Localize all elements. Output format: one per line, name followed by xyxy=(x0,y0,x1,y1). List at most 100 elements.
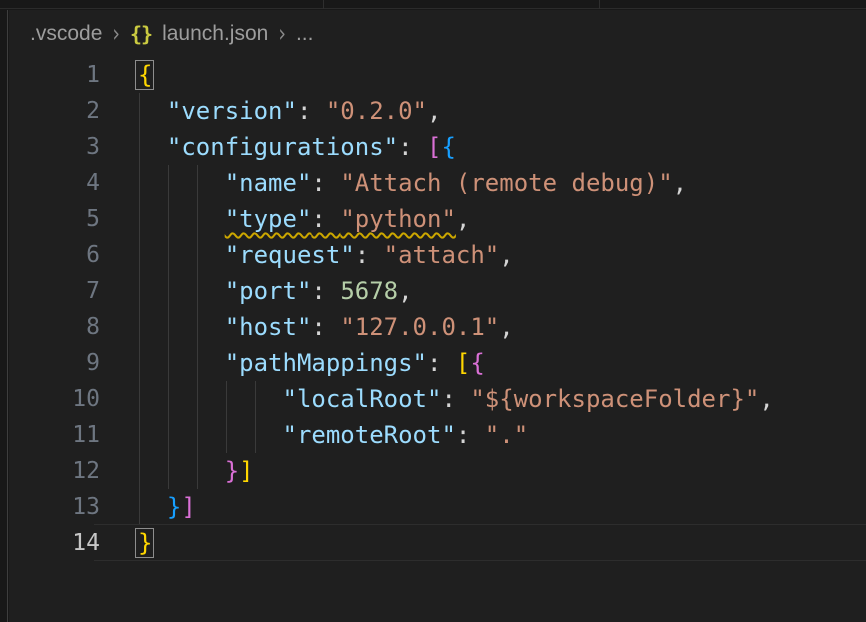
code-area[interactable]: 1{2 "version": "0.2.0",3 "configurations… xyxy=(9,57,866,561)
code-token xyxy=(138,277,225,305)
code-text: "type": "python", xyxy=(138,201,470,237)
code-token: [ xyxy=(456,349,470,377)
code-token xyxy=(138,241,225,269)
code-line-content[interactable]: "request": "attach", xyxy=(138,237,866,273)
line-number[interactable]: 9 xyxy=(9,345,100,381)
tab-divider xyxy=(599,0,600,9)
line-number[interactable]: 1 xyxy=(9,57,100,93)
code-line[interactable]: 14} xyxy=(9,525,866,561)
code-line[interactable]: 2 "version": "0.2.0", xyxy=(9,93,866,129)
code-line[interactable]: 12 }] xyxy=(9,453,866,489)
line-number[interactable]: 14 xyxy=(9,525,100,561)
code-line-content[interactable]: }] xyxy=(138,453,866,489)
code-token: : xyxy=(311,313,340,341)
code-line-content[interactable]: "type": "python", xyxy=(138,201,866,237)
line-number[interactable]: 2 xyxy=(9,93,100,129)
code-text: "pathMappings": [{ xyxy=(138,345,485,381)
code-token: : xyxy=(311,277,340,305)
code-text: "port": 5678, xyxy=(138,273,413,309)
code-line[interactable]: 11 "remoteRoot": "." xyxy=(9,417,866,453)
vscode-window: .vscode › {} launch.json › ... 1{2 "vers… xyxy=(0,0,866,622)
code-token xyxy=(138,205,225,233)
code-token: , xyxy=(499,241,513,269)
code-line[interactable]: 8 "host": "127.0.0.1", xyxy=(9,309,866,345)
code-token: "attach" xyxy=(384,241,500,269)
code-token: "python" xyxy=(340,205,456,233)
code-text: }] xyxy=(138,489,196,525)
line-number[interactable]: 13 xyxy=(9,489,100,525)
code-token: "version" xyxy=(167,97,297,125)
code-token xyxy=(138,133,167,161)
code-line-content[interactable]: }] xyxy=(138,489,866,525)
code-line-content[interactable]: "version": "0.2.0", xyxy=(138,93,866,129)
code-line[interactable]: 13 }] xyxy=(9,489,866,525)
code-text: { xyxy=(138,57,152,93)
code-token: , xyxy=(456,205,470,233)
breadcrumb-folder[interactable]: .vscode xyxy=(30,22,102,46)
chevron-right-icon: › xyxy=(278,20,286,48)
tab-divider xyxy=(323,0,324,9)
code-text: "localRoot": "${workspaceFolder}", xyxy=(138,381,774,417)
code-text: }] xyxy=(138,453,254,489)
code-line-content[interactable]: "remoteRoot": "." xyxy=(138,417,866,453)
code-token: "pathMappings" xyxy=(225,349,427,377)
code-line-content[interactable]: { xyxy=(138,57,866,93)
line-number[interactable]: 4 xyxy=(9,165,100,201)
code-token: } xyxy=(225,457,239,485)
code-line[interactable]: 7 "port": 5678, xyxy=(9,273,866,309)
line-number[interactable]: 11 xyxy=(9,417,100,453)
code-line[interactable]: 6 "request": "attach", xyxy=(9,237,866,273)
code-token: "remoteRoot" xyxy=(283,421,456,449)
line-number[interactable]: 5 xyxy=(9,201,100,237)
code-token: , xyxy=(427,97,441,125)
line-number[interactable]: 6 xyxy=(9,237,100,273)
code-token: "${workspaceFolder}" xyxy=(470,385,759,413)
code-token: "type" xyxy=(225,205,312,233)
code-line[interactable]: 10 "localRoot": "${workspaceFolder}", xyxy=(9,381,866,417)
line-number[interactable]: 7 xyxy=(9,273,100,309)
code-token: : xyxy=(311,205,340,233)
code-line[interactable]: 1{ xyxy=(9,57,866,93)
code-line-content[interactable]: "name": "Attach (remote debug)", xyxy=(138,165,866,201)
code-token xyxy=(138,97,167,125)
code-token: "request" xyxy=(225,241,355,269)
code-line-content[interactable]: "localRoot": "${workspaceFolder}", xyxy=(138,381,866,417)
code-line[interactable]: 4 "name": "Attach (remote debug)", xyxy=(9,165,866,201)
code-token xyxy=(138,493,167,521)
code-token: : xyxy=(441,385,470,413)
breadcrumb: .vscode › {} launch.json › ... xyxy=(9,10,866,57)
code-token: } xyxy=(167,493,181,521)
code-line-content[interactable]: "configurations": [{ xyxy=(138,129,866,165)
code-token: "0.2.0" xyxy=(326,97,427,125)
code-token: [ xyxy=(427,133,441,161)
matched-bracket: { xyxy=(138,57,152,93)
code-line[interactable]: 3 "configurations": [{ xyxy=(9,129,866,165)
code-token xyxy=(138,385,283,413)
line-number[interactable]: 8 xyxy=(9,309,100,345)
breadcrumb-file[interactable]: launch.json xyxy=(162,22,268,46)
code-token: "port" xyxy=(225,277,312,305)
code-token: : xyxy=(355,241,384,269)
code-line-content[interactable]: "pathMappings": [{ xyxy=(138,345,866,381)
code-token: "host" xyxy=(225,313,312,341)
line-number[interactable]: 10 xyxy=(9,381,100,417)
code-token: ] xyxy=(181,493,195,521)
code-text: "host": "127.0.0.1", xyxy=(138,309,514,345)
breadcrumb-symbol-ellipsis[interactable]: ... xyxy=(296,22,314,46)
code-token: "name" xyxy=(225,169,312,197)
code-line-content[interactable]: "host": "127.0.0.1", xyxy=(138,309,866,345)
chevron-right-icon: › xyxy=(112,20,120,48)
code-line-content[interactable]: } xyxy=(138,525,866,561)
line-number[interactable]: 3 xyxy=(9,129,100,165)
code-token: , xyxy=(398,277,412,305)
code-token: : xyxy=(398,133,427,161)
json-braces-icon: {} xyxy=(130,22,152,46)
code-line[interactable]: 9 "pathMappings": [{ xyxy=(9,345,866,381)
code-line-content[interactable]: "port": 5678, xyxy=(138,273,866,309)
code-token: "." xyxy=(485,421,528,449)
code-line[interactable]: 5 "type": "python", xyxy=(9,201,866,237)
line-number[interactable]: 12 xyxy=(9,453,100,489)
code-text: "remoteRoot": "." xyxy=(138,417,528,453)
code-text: } xyxy=(138,525,152,561)
code-token: , xyxy=(759,385,773,413)
